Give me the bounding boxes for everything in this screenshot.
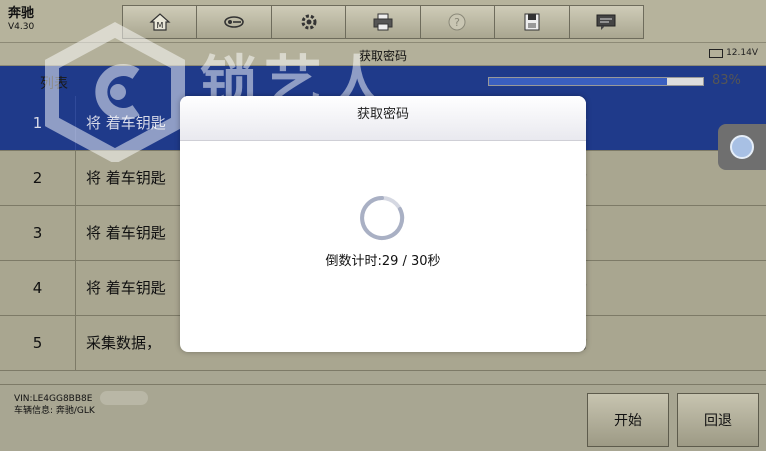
modal-overlay: 获取密码 倒数计时:29 / 30秒 <box>0 0 766 450</box>
loading-spinner-icon <box>360 196 405 240</box>
password-dialog: 获取密码 倒数计时:29 / 30秒 <box>180 96 586 352</box>
dialog-title: 获取密码 <box>180 96 586 141</box>
countdown-text: 倒数计时:29 / 30秒 <box>325 254 441 269</box>
